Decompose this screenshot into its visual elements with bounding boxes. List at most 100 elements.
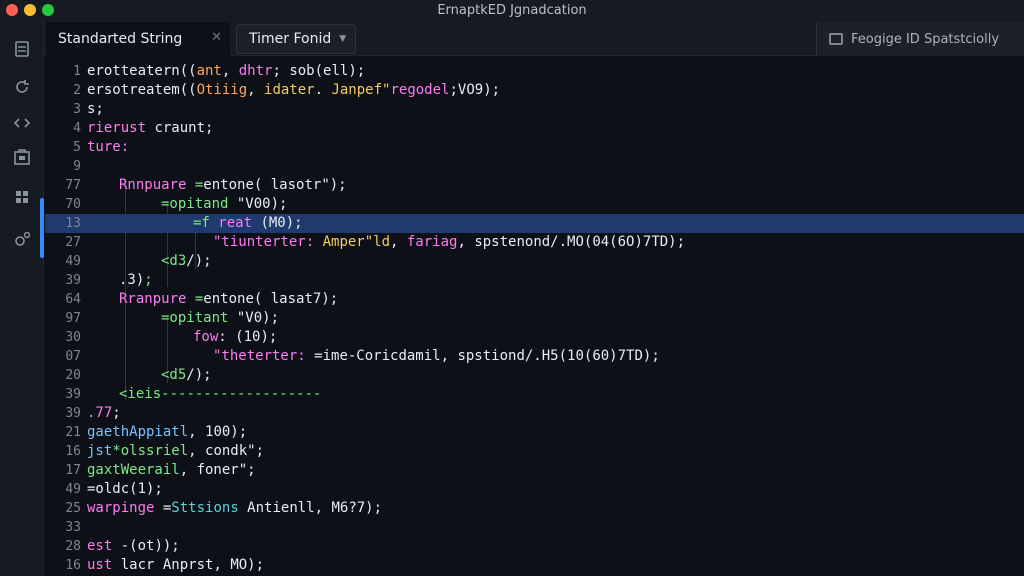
code-line[interactable]: 17 gaxtWeerail, foner"; xyxy=(45,461,1024,480)
code-line[interactable]: 49 <d3/); xyxy=(45,252,1024,271)
code-text: s; xyxy=(87,100,104,119)
code-token: : (10); xyxy=(218,329,278,345)
code-token: erotteatern(( xyxy=(87,63,197,79)
code-token: =opitand xyxy=(161,196,229,212)
code-text: Rranpure =entone( lasat7); xyxy=(119,290,338,309)
code-line[interactable]: 39 .3); xyxy=(45,271,1024,290)
code-line[interactable]: 16 jst*olssriel, condk"; xyxy=(45,442,1024,461)
code-icon[interactable] xyxy=(11,112,33,134)
code-editor[interactable]: 1 erotteatern((ant, dhtr; sob(ell); 2 ersot… xyxy=(45,57,1024,576)
line-number: 17 xyxy=(65,463,81,478)
code-line[interactable]: 77 Rnnpuare =entone( lasotr"); xyxy=(45,176,1024,195)
refresh-icon[interactable] xyxy=(11,76,33,98)
code-text: =f reat (M0); xyxy=(193,214,303,233)
code-token: Rranpure xyxy=(119,291,187,307)
line-number: 4 xyxy=(73,121,81,136)
code-token: ant xyxy=(196,63,222,79)
code-token: fow xyxy=(193,329,219,345)
code-token: /); xyxy=(186,367,212,383)
file-icon[interactable] xyxy=(11,38,33,60)
code-token: spstiond/. xyxy=(457,348,542,364)
line-number: 5 xyxy=(73,140,81,155)
line-number: 1 xyxy=(73,64,81,79)
code-token: ture: xyxy=(87,139,130,155)
code-token: idater xyxy=(264,82,315,98)
code-token: .3) xyxy=(119,272,145,288)
code-token: MO(04(6O)7TD); xyxy=(567,234,686,250)
code-line[interactable]: 25 warpinge =Sttsions Antienll, M6?7); xyxy=(45,499,1024,518)
timer-font-dropdown[interactable]: Timer Fonid ▼ xyxy=(236,24,356,54)
code-line[interactable]: 2 ersotreatem((Otiiig, idater. Janpef"reg… xyxy=(45,81,1024,100)
code-line[interactable]: 64 Rranpure =entone( lasat7); xyxy=(45,290,1024,309)
code-line[interactable]: 07 "theterter: =ime-Coricdamil, spstiond/… xyxy=(45,347,1024,366)
code-line[interactable]: 70 =opitand "V00); xyxy=(45,195,1024,214)
code-line[interactable]: 49 =oldc(1); xyxy=(45,480,1024,499)
code-line[interactable]: 28 est -(ot)); xyxy=(45,537,1024,556)
close-tab-icon[interactable]: ✕ xyxy=(211,30,222,45)
code-token: ; xyxy=(144,272,153,288)
code-token: 100); xyxy=(205,424,248,440)
tab-feogige-id[interactable]: Feogige ID Spatstciolly xyxy=(816,22,1024,56)
line-number: 49 xyxy=(65,482,81,497)
package-icon[interactable] xyxy=(11,146,33,168)
code-token: gaxtWeerail xyxy=(87,462,180,478)
code-token: Otiiig xyxy=(196,82,248,98)
code-line[interactable]: 13 =f reat (M0); xyxy=(45,214,1024,233)
code-text: .3); xyxy=(119,271,153,290)
code-line[interactable]: 27 "tiunterter: Amper"ld, fariag, spsteno… xyxy=(45,233,1024,252)
code-token: foner" xyxy=(196,462,248,478)
code-line[interactable]: 30 fow: (10); xyxy=(45,328,1024,347)
code-token: reat xyxy=(218,215,253,231)
tab-label: Feogige ID Spatstciolly xyxy=(851,31,1000,47)
tab-label: Standarted String xyxy=(58,31,183,47)
line-number: 39 xyxy=(65,273,81,288)
tab-standarted-string[interactable]: Standarted String ✕ xyxy=(46,22,230,56)
code-line[interactable]: 21 gaethAppiatl, 100); xyxy=(45,423,1024,442)
code-token: =opitant xyxy=(161,310,229,326)
code-line[interactable]: 9 xyxy=(45,157,1024,176)
code-line[interactable]: 33 xyxy=(45,518,1024,537)
code-line[interactable]: 97 =opitant "V0); xyxy=(45,309,1024,328)
settings-icon[interactable] xyxy=(11,228,33,250)
line-number: 2 xyxy=(73,83,81,98)
code-token: =oldc(1); xyxy=(87,481,163,497)
code-line[interactable]: 16 ust lacr Anprst, MO); xyxy=(45,556,1024,575)
puzzle-icon[interactable] xyxy=(11,186,33,208)
code-token: ; xyxy=(112,405,121,421)
code-token: lasat7); xyxy=(262,291,339,307)
code-token: "theterter: xyxy=(213,348,306,364)
code-text: gaxtWeerail, foner"; xyxy=(87,461,256,480)
code-token: =f xyxy=(193,215,210,231)
code-line[interactable]: 3 s; xyxy=(45,100,1024,119)
code-line[interactable]: 4 rierust craunt; xyxy=(45,119,1024,138)
code-token: , xyxy=(179,462,197,478)
code-line[interactable]: 20 <d5/); xyxy=(45,366,1024,385)
code-token: .77 xyxy=(87,405,113,421)
code-token: jst xyxy=(87,443,113,459)
code-line[interactable]: 39 <ieis------------------- xyxy=(45,385,1024,404)
code-token: , xyxy=(440,348,458,364)
code-token: M6?7); xyxy=(331,500,383,516)
code-text: <d3/); xyxy=(161,252,212,271)
line-number: 3 xyxy=(73,102,81,117)
code-token: , xyxy=(247,82,265,98)
code-token: <d5 xyxy=(161,367,187,383)
title-bar: ErnaptkED Jgnadcation xyxy=(0,0,1024,22)
code-text: warpinge =Sttsions Antienll, M6?7); xyxy=(87,499,382,518)
code-text: Rnnpuare =entone( lasotr"); xyxy=(119,176,347,195)
code-token: craunt; xyxy=(146,120,214,136)
code-token: <d3 xyxy=(161,253,187,269)
code-token: s; xyxy=(87,101,104,117)
code-text: "theterter: =ime-Coricdamil, spstiond/.H… xyxy=(213,347,660,366)
code-text: =oldc(1); xyxy=(87,480,163,499)
code-line[interactable]: 5 ture: xyxy=(45,138,1024,157)
code-token: rierust xyxy=(87,120,147,136)
code-token: condk"; xyxy=(205,443,265,459)
code-line[interactable]: 39 .77; xyxy=(45,404,1024,423)
code-text: <d5/); xyxy=(161,366,212,385)
code-line[interactable]: 1 erotteatern((ant, dhtr; sob(ell); xyxy=(45,62,1024,81)
code-token: "tiunterter: xyxy=(213,234,315,250)
code-token: Janpef" xyxy=(331,82,391,98)
code-text: jst*olssriel, condk"; xyxy=(87,442,264,461)
